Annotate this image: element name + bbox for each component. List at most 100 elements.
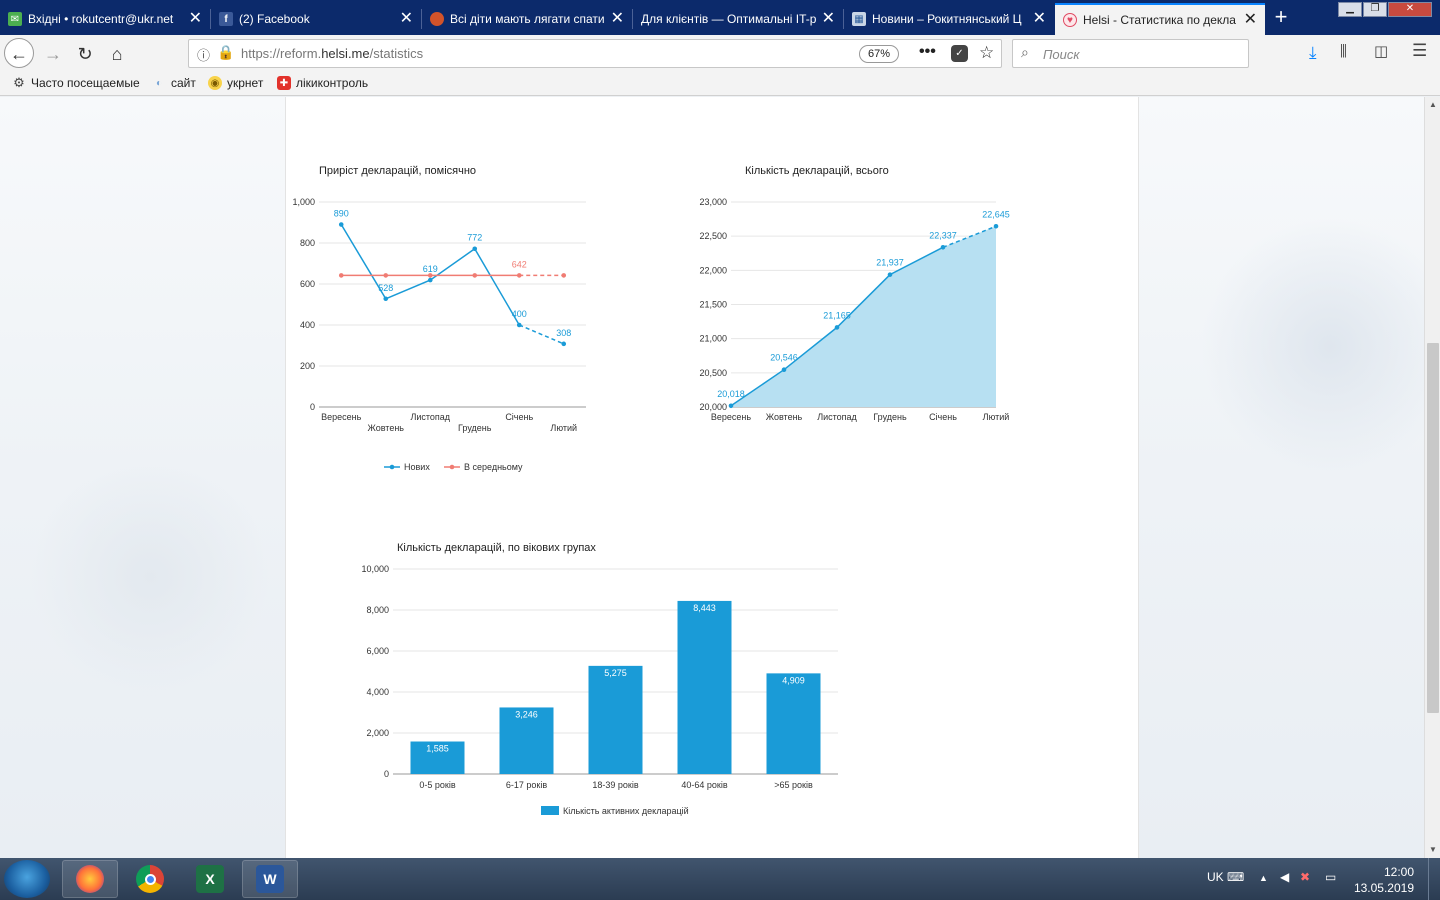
search-box[interactable]: ⌕ (1012, 39, 1249, 68)
tab-mail[interactable]: ✉ Вхідні • rokutcentr@ukr.net ✕ (0, 3, 210, 35)
x-tick-label: Жовтень (368, 423, 405, 433)
tab-facebook[interactable]: f (2) Facebook ✕ (211, 3, 421, 35)
tray-expand-icon[interactable]: ▲ (1259, 873, 1268, 883)
y-tick-label: 10,000 (361, 564, 389, 574)
data-label: 890 (334, 209, 349, 219)
close-tab-icon[interactable]: ✕ (1244, 12, 1257, 28)
chart-title: Кількість декларацій, по вікових групах (397, 542, 596, 554)
tab-bar: ✉ Вхідні • rokutcentr@ukr.net ✕ f (2) Fa… (0, 0, 1440, 35)
scroll-thumb[interactable] (1427, 343, 1439, 713)
network-warning-icon[interactable]: ✖ (1300, 870, 1310, 884)
zoom-level[interactable]: 67% (859, 45, 899, 63)
forward-button[interactable]: → (38, 39, 68, 69)
close-tab-icon[interactable]: ✕ (1033, 11, 1046, 27)
tab-label: Всі діти мають лягати спати (450, 12, 605, 26)
search-input[interactable] (1043, 45, 1238, 63)
reload-button[interactable]: ↻ (70, 39, 100, 69)
page-actions-icon[interactable]: ••• (919, 43, 936, 61)
data-point (561, 341, 567, 347)
back-button[interactable]: ← (4, 38, 34, 68)
facebook-icon: f (219, 12, 233, 26)
volume-icon[interactable]: ◀ (1280, 870, 1289, 884)
data-label: 22,645 (982, 209, 1010, 219)
star-icon[interactable]: ☆ (979, 43, 994, 63)
helsi-icon: ♥ (1063, 13, 1077, 27)
data-point (781, 367, 787, 372)
scroll-up-arrow[interactable]: ▲ (1425, 97, 1440, 113)
menu-icon[interactable]: ☰ (1412, 41, 1427, 61)
language-indicator[interactable]: UK (1207, 870, 1224, 884)
bar (588, 665, 643, 774)
taskbar-firefox[interactable] (62, 860, 118, 898)
clock-date[interactable]: 13.05.2019 (1354, 881, 1414, 895)
y-tick-label: 1,000 (292, 197, 315, 207)
background-image (30, 457, 270, 697)
bar (766, 673, 821, 774)
close-tab-icon[interactable]: ✕ (822, 11, 835, 27)
close-tab-icon[interactable]: ✕ (400, 11, 413, 27)
bookmark-likikontrol[interactable]: ✚ лікиконтроль (277, 76, 368, 90)
bookmark-most-visited[interactable]: ⚙ Часто посещаемые (12, 75, 139, 90)
minimize-button[interactable]: ▁ (1338, 2, 1362, 17)
word-icon: W (256, 865, 284, 893)
tab-news[interactable]: ▦ Новини – Рокитнянський Ц ✕ (844, 3, 1054, 35)
tab-label: Helsi - Статистика по декла (1083, 13, 1236, 27)
navigation-toolbar: ← → ↻ ⌂ ⓘ 🔒 https://reform.helsi.me/stat… (0, 35, 1440, 72)
sidebar-icon[interactable]: ◫ (1374, 42, 1388, 60)
excel-icon: X (196, 865, 224, 893)
age-bar-chart: 0 2,000 4,000 6,000 8,000 10,000 1,585 0-5 рокі… (361, 564, 838, 816)
x-tick-label: Листопад (817, 412, 857, 422)
likikontrol-icon: ✚ (277, 76, 291, 90)
bookmark-label: сайт (171, 76, 196, 90)
new-tab-button[interactable]: + (1266, 3, 1296, 33)
scroll-down-arrow[interactable]: ▼ (1425, 842, 1440, 858)
show-desktop-button[interactable] (1428, 858, 1440, 900)
pocket-icon[interactable]: ✓ (951, 45, 968, 62)
y-tick-label: 400 (300, 320, 315, 330)
tab-label: Новини – Рокитнянський Ц (872, 12, 1022, 26)
news-icon: ▦ (852, 12, 866, 26)
tab-label: Для клієнтів — Оптимальні IT-р (641, 12, 816, 26)
legend-label: Нових (404, 462, 430, 472)
power-icon[interactable]: ▭ (1325, 870, 1336, 884)
globe-icon: ◐ (155, 77, 163, 89)
firefox-icon (76, 865, 104, 893)
bookmarks-toolbar: ⚙ Часто посещаемые ◐ сайт ◉ укрнет ✚ лік… (0, 72, 1440, 96)
x-tick-label: Січень (929, 412, 957, 422)
taskbar-chrome[interactable] (122, 860, 178, 898)
legend-swatch (541, 806, 559, 815)
bookmark-site[interactable]: ◐ сайт (152, 76, 196, 90)
url-host: https://reform. (241, 46, 322, 61)
tab-article[interactable]: Всі діти мають лягати спати ✕ (422, 3, 632, 35)
taskbar-excel[interactable]: X (182, 860, 238, 898)
close-window-button[interactable]: ✕ (1388, 2, 1432, 17)
clock-time[interactable]: 12:00 (1384, 865, 1414, 879)
url-bar[interactable]: ⓘ 🔒 https://reform.helsi.me/statistics 6… (188, 39, 1002, 68)
tab-it-clients[interactable]: Для клієнтів — Оптимальні IT-р ✕ (633, 3, 843, 35)
data-label: 21,165 (823, 310, 851, 320)
vertical-scrollbar[interactable]: ▲ ▼ (1424, 97, 1440, 858)
url-text[interactable]: https://reform.helsi.me/statistics (241, 46, 423, 61)
data-label: 619 (423, 264, 438, 274)
y-tick-label: 23,000 (699, 197, 727, 207)
data-point (516, 322, 522, 328)
start-button[interactable] (4, 860, 50, 898)
keyboard-icon[interactable]: ⌨ (1227, 870, 1244, 884)
background-image (1200, 217, 1424, 477)
legend-marker (449, 464, 455, 470)
data-point (383, 273, 389, 278)
info-icon[interactable]: ⓘ (197, 45, 210, 64)
home-button[interactable]: ⌂ (102, 39, 132, 69)
download-icon[interactable]: ⤓ (1309, 43, 1317, 63)
maximize-button[interactable]: ❐ (1363, 2, 1387, 17)
data-point (728, 403, 734, 409)
x-tick-label: Лютий (983, 412, 1010, 422)
bookmark-ukrnet[interactable]: ◉ укрнет (208, 76, 263, 90)
library-icon[interactable]: ⫼ (1340, 43, 1347, 60)
close-tab-icon[interactable]: ✕ (189, 11, 202, 27)
tab-helsi[interactable]: ♥ Helsi - Статистика по декла ✕ (1055, 3, 1265, 35)
ball-icon (430, 12, 444, 26)
taskbar-word[interactable]: W (242, 860, 298, 898)
close-tab-icon[interactable]: ✕ (611, 11, 624, 27)
total-area-chart: 20,000 20,500 21,000 21,500 22,000 22,500 23,0… (699, 197, 1010, 422)
